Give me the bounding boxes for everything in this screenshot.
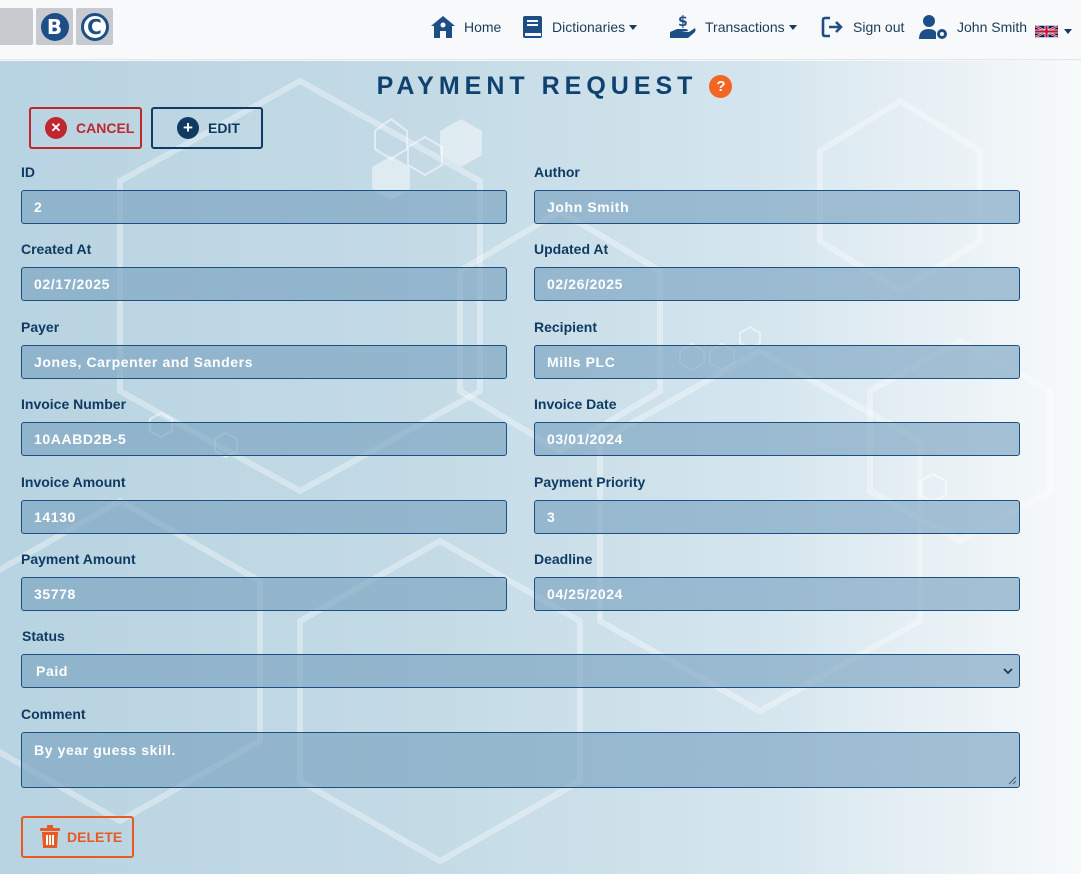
author-field[interactable]: John Smith (534, 190, 1020, 224)
nav-user-menu[interactable]: John Smith (919, 12, 1027, 42)
deadline-label: Deadline (534, 551, 593, 567)
status-label: Status (22, 628, 65, 644)
nav-dictionaries[interactable]: Dictionaries (522, 12, 638, 42)
logo-block-1 (0, 8, 33, 45)
comment-textarea[interactable]: By year guess skill. (21, 732, 1020, 788)
resize-grip-icon[interactable] (1008, 776, 1017, 785)
user-gear-icon (919, 15, 947, 39)
updated-at-label: Updated At (534, 241, 609, 257)
updated-at-field[interactable]: 02/26/2025 (534, 267, 1020, 301)
close-icon: ✕ (45, 117, 67, 139)
payment-amount-label: Payment Amount (21, 551, 136, 567)
sign-out-icon (821, 16, 843, 38)
transactions-caret-icon (788, 24, 797, 30)
recipient-label: Recipient (534, 319, 598, 335)
nav-user-name: John Smith (957, 19, 1028, 35)
id-label: ID (21, 164, 35, 180)
home-icon (431, 16, 455, 38)
nav-home-label: Home (464, 19, 502, 35)
status-select[interactable]: Paid (21, 654, 1020, 688)
invoice-number-label: Invoice Number (21, 396, 127, 412)
nav-home[interactable]: Home (430, 12, 501, 42)
invoice-amount-field[interactable]: 14130 (21, 500, 507, 534)
created-at-label: Created At (21, 241, 92, 257)
nav-sign-out[interactable]: Sign out (821, 12, 904, 42)
recipient-field[interactable]: Mills PLC (534, 345, 1020, 379)
payment-priority-label: Payment Priority (534, 474, 646, 490)
payer-label: Payer (21, 319, 60, 335)
page-title: PAYMENT REQUEST (376, 71, 698, 100)
svg-text:$: $ (678, 14, 688, 30)
logo-letter-b: B (40, 12, 69, 41)
hand-dollar-icon: $ (670, 14, 696, 38)
nav-sign-out-label: Sign out (853, 19, 905, 35)
invoice-number-field[interactable]: 10AABD2B-5 (21, 422, 507, 456)
id-field[interactable]: 2 (21, 190, 507, 224)
edit-button[interactable]: + EDIT (151, 107, 263, 149)
payment-amount-field[interactable]: 35778 (21, 577, 507, 611)
payer-field[interactable]: Jones, Carpenter and Sanders (21, 345, 507, 379)
brand-logo[interactable]: B C (0, 8, 113, 45)
trash-icon (40, 825, 60, 848)
main-content: PAYMENT REQUEST ? ✕ CANCEL + EDIT ID 2 A… (0, 61, 1081, 874)
created-at-field[interactable]: 02/17/2025 (21, 267, 507, 301)
nav-transactions[interactable]: $ Transactions (669, 12, 797, 42)
cancel-button[interactable]: ✕ CANCEL (29, 107, 142, 149)
uk-flag-icon (1035, 24, 1058, 38)
cancel-button-label: CANCEL (76, 120, 135, 136)
author-label: Author (534, 164, 580, 180)
logo-block-3: C (76, 8, 113, 45)
language-selector[interactable] (1035, 16, 1072, 46)
edit-button-label: EDIT (208, 120, 240, 136)
help-icon[interactable]: ? (709, 74, 733, 98)
delete-button-label: DELETE (67, 829, 123, 845)
deadline-field[interactable]: 04/25/2024 (534, 577, 1020, 611)
invoice-date-field[interactable]: 03/01/2024 (534, 422, 1020, 456)
comment-label: Comment (21, 706, 86, 722)
chevron-down-icon (1003, 668, 1013, 675)
status-selected-value: Paid (36, 663, 68, 679)
top-navbar: B C Home Dictionaries $ Transactions Sig… (0, 0, 1081, 60)
comment-text: By year guess skill. (34, 742, 176, 758)
book-icon (523, 16, 542, 38)
payment-priority-field[interactable]: 3 (534, 500, 1020, 534)
logo-block-2: B (36, 8, 73, 45)
page-header: PAYMENT REQUEST ? (0, 71, 1081, 101)
delete-button[interactable]: DELETE (21, 816, 134, 858)
invoice-date-label: Invoice Date (534, 396, 617, 412)
dictionaries-caret-icon (629, 24, 638, 30)
nav-transactions-label: Transactions (705, 19, 785, 35)
logo-letter-c: C (80, 12, 109, 41)
invoice-amount-label: Invoice Amount (21, 474, 126, 490)
plus-icon: + (177, 117, 199, 139)
language-caret-icon (1064, 28, 1072, 34)
nav-dictionaries-label: Dictionaries (552, 19, 626, 35)
